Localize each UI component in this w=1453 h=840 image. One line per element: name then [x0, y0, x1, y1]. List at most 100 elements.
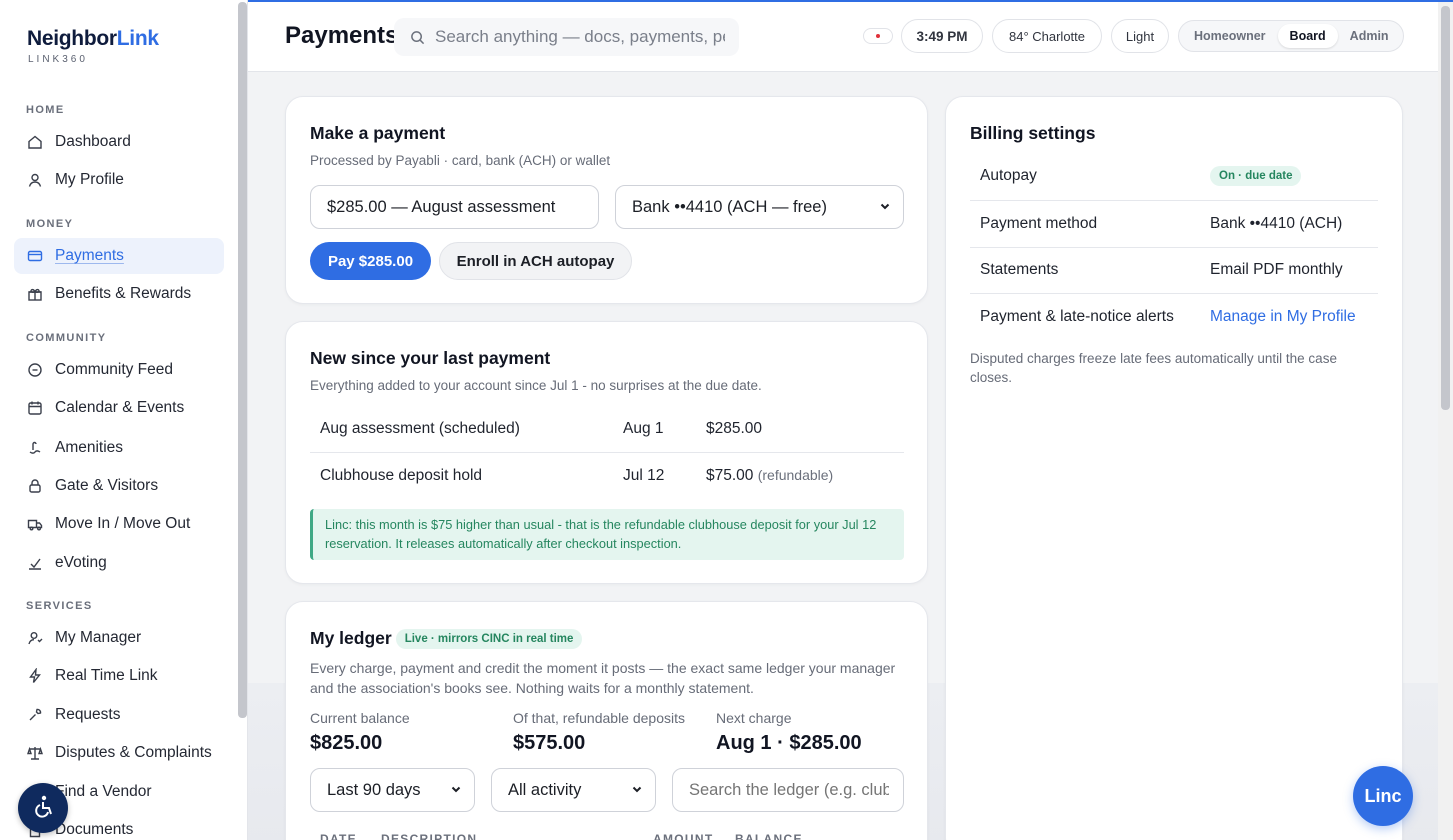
billing-row-label: Payment & late-notice alerts	[980, 308, 1174, 325]
ledger-range-select[interactable]: Last 90 days	[310, 768, 475, 812]
sidebar-item-label: Real Time Link	[55, 667, 158, 684]
clock-pill: 3:49 PM	[901, 19, 983, 53]
sidebar-item-label: My Manager	[55, 629, 142, 646]
bolt-icon	[27, 668, 43, 684]
search-icon	[410, 30, 425, 45]
ledger-activity-select[interactable]: All activity	[491, 768, 656, 812]
sidebar-item-label: Documents	[55, 821, 134, 838]
row-date: Aug 1	[623, 420, 664, 437]
pay-button[interactable]: Pay $285.00	[310, 242, 431, 280]
accessibility-button[interactable]	[18, 783, 68, 833]
sidebar-item-amenities[interactable]: Amenities	[14, 430, 224, 466]
chevron-down-icon	[631, 781, 643, 800]
column-amount[interactable]: AMOUNT	[653, 832, 713, 840]
sidebar-scrollbar[interactable]	[238, 2, 247, 718]
ledger-search-input[interactable]	[689, 780, 889, 800]
chevron-down-icon	[879, 198, 891, 217]
sidebar-item-real-time-link[interactable]: Real Time Link	[14, 658, 224, 694]
sidebar-item-label: Calendar & Events	[55, 399, 185, 416]
page-title: Payments	[285, 22, 399, 49]
vote-icon	[27, 555, 43, 571]
sidebar-item-label: Disputes & Complaints	[55, 744, 212, 761]
gift-icon	[27, 286, 43, 302]
sidebar-item-label: Dashboard	[55, 133, 131, 150]
brand-name: Neighbor	[27, 27, 117, 50]
stat-next-charge: Next charge Aug 1 · $285.00	[716, 710, 862, 754]
make-payment-card: Make a payment Processed by Payabli · ca…	[285, 96, 928, 304]
column-date[interactable]: DATE	[320, 832, 357, 840]
scale-icon	[27, 745, 43, 761]
ledger-description: Every charge, payment and credit the mom…	[310, 660, 896, 696]
ledger-search-field[interactable]	[672, 768, 904, 812]
role-board[interactable]: Board	[1277, 24, 1338, 48]
home-icon	[27, 134, 43, 150]
billing-row-value: Bank ••4410 (ACH)	[1210, 215, 1343, 232]
billing-row-label: Payment method	[980, 215, 1098, 232]
amenity-icon	[27, 440, 43, 456]
sidebar-item-label: Benefits & Rewards	[55, 285, 192, 302]
sidebar-item-move-in-out[interactable]: Move In / Move Out	[14, 506, 224, 542]
row-date: Jul 12	[623, 467, 665, 484]
payment-method-value: Bank ••4410 (ACH — free)	[632, 197, 827, 216]
sidebar-item-community-feed[interactable]: Community Feed	[14, 352, 224, 388]
brand-name-accent: Link	[116, 27, 159, 50]
sidebar: NeighborLink LINK360 HOME Dashboard My P…	[0, 0, 248, 840]
billing-settings-card: Billing settings Autopay On · due date P…	[945, 96, 1403, 840]
ledger-title: My ledger	[310, 628, 392, 648]
payment-amount-field[interactable]: $285.00 — August assessment	[310, 185, 599, 229]
row-description: Aug assessment (scheduled)	[320, 420, 520, 437]
stat-current-balance: Current balance $825.00	[310, 710, 410, 754]
stat-refundable-deposits: Of that, refundable deposits $575.00	[513, 710, 685, 754]
linc-insight-note: Linc: this month is $75 higher than usua…	[310, 509, 904, 560]
chat-icon	[27, 362, 43, 378]
manager-icon	[27, 630, 43, 646]
sidebar-item-gate-visitors[interactable]: Gate & Visitors	[14, 468, 224, 504]
sidebar-item-disputes[interactable]: Disputes & Complaints	[14, 735, 224, 771]
new-since-subtitle: Everything added to your account since J…	[310, 378, 762, 393]
sidebar-item-payments[interactable]: Payments	[14, 238, 224, 274]
enroll-autopay-button[interactable]: Enroll in ACH autopay	[439, 242, 632, 280]
sidebar-item-my-profile[interactable]: My Profile	[14, 162, 224, 198]
global-search-input[interactable]	[435, 27, 725, 47]
theme-toggle[interactable]: Light	[1111, 19, 1169, 53]
payment-method-select[interactable]: Bank ••4410 (ACH — free)	[615, 185, 904, 229]
sidebar-item-label: Payments	[55, 247, 124, 264]
sidebar-item-my-manager[interactable]: My Manager	[14, 620, 224, 656]
billing-row-label: Autopay	[980, 167, 1037, 184]
notification-indicator[interactable]	[863, 28, 893, 44]
sidebar-item-evoting[interactable]: eVoting	[14, 545, 224, 581]
alert-dot-icon	[876, 34, 880, 38]
sidebar-item-label: Requests	[55, 706, 121, 723]
top-header: Payments 3:49 PM 84° Charlotte Light Hom…	[248, 2, 1438, 72]
new-since-title: New since your last payment	[310, 348, 551, 368]
page-scrollbar[interactable]	[1438, 2, 1453, 840]
sidebar-item-dashboard[interactable]: Dashboard	[14, 124, 224, 160]
brand-logo[interactable]: NeighborLink LINK360	[27, 27, 159, 65]
truck-icon	[27, 516, 43, 532]
weather-pill[interactable]: 84° Charlotte	[992, 19, 1102, 53]
billing-row-payment-method: Payment method Bank ••4410 (ACH)	[970, 201, 1378, 248]
sidebar-item-benefits[interactable]: Benefits & Rewards	[14, 276, 224, 312]
billing-row-value: Email PDF monthly	[1210, 261, 1343, 278]
global-search[interactable]	[394, 18, 739, 56]
linc-assistant-button[interactable]: Linc	[1353, 766, 1413, 826]
table-row: Aug assessment (scheduled) Aug 1 $285.00	[310, 406, 904, 453]
section-money: MONEY	[26, 218, 74, 230]
billing-row-alerts: Payment & late-notice alerts Manage in M…	[970, 294, 1378, 341]
role-admin[interactable]: Admin	[1338, 24, 1401, 48]
row-amount: $285.00	[706, 420, 763, 437]
calendar-icon	[27, 400, 43, 416]
row-note: (refundable)	[757, 467, 834, 483]
billing-title: Billing settings	[970, 123, 1096, 143]
manage-alerts-link[interactable]: Manage in My Profile	[1210, 308, 1356, 326]
sidebar-item-requests[interactable]: Requests	[14, 697, 224, 733]
ledger-activity-value: All activity	[508, 780, 582, 799]
sidebar-item-label: Find a Vendor	[55, 783, 152, 800]
column-balance[interactable]: BALANCE	[735, 832, 803, 840]
role-switcher: Homeowner Board Admin	[1178, 20, 1404, 52]
role-homeowner[interactable]: Homeowner	[1182, 24, 1278, 48]
column-description[interactable]: DESCRIPTION	[381, 832, 477, 840]
page-scrollbar-thumb[interactable]	[1441, 6, 1450, 410]
sidebar-item-calendar[interactable]: Calendar & Events	[14, 390, 224, 426]
autopay-status-badge: On · due date	[1210, 166, 1302, 186]
